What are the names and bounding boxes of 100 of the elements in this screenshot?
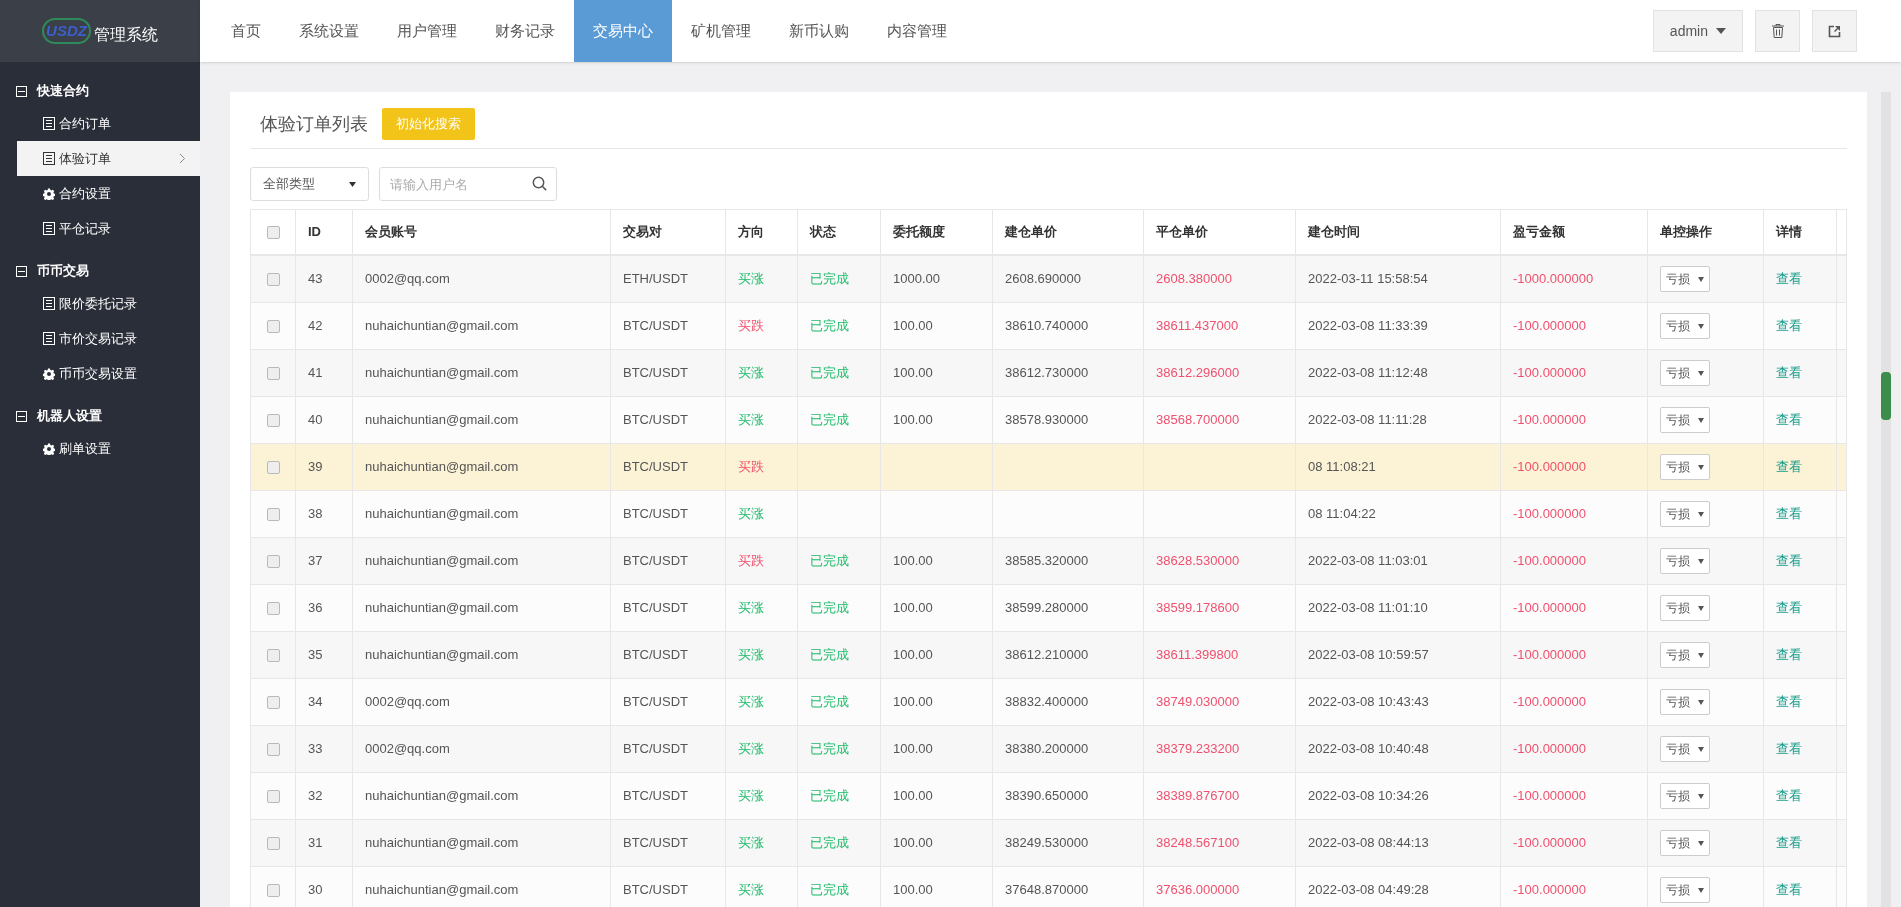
status-cell-text: 已完成 [810,270,849,289]
sidebar-item[interactable]: 体验订单 [17,141,200,176]
control-select[interactable]: 亏损 [1660,830,1710,856]
control-select[interactable]: 亏损 [1660,783,1710,809]
account-cell-text: nuhaichuntian@gmail.com [365,646,519,665]
share-icon [1828,24,1841,38]
sidebar-item[interactable]: 市价交易记录 [17,321,200,356]
id-cell-text: 37 [308,552,323,571]
sidebar-item[interactable]: 平仓记录 [17,211,200,246]
amount-cell-text: 100.00 [893,317,933,336]
table-row[interactable]: 42 nuhaichuntian@gmail.com BTC/USDT 买跌 已完成 100.00 38610.740000 38611.437000 2022-03-08 11:33:39 -100.000000 亏损 查看 [251,303,1846,350]
row-checkbox[interactable] [266,460,280,474]
collapse-icon [16,85,27,97]
row-checkbox[interactable] [266,648,280,662]
row-checkbox[interactable] [266,742,280,756]
table-row[interactable]: 38 nuhaichuntian@gmail.com BTC/USDT 买涨 08 11:04:22 -100.000000 亏损 查看 [251,491,1846,538]
type-select[interactable]: 全部类型 [250,167,369,201]
table-row[interactable]: 36 nuhaichuntian@gmail.com BTC/USDT 买涨 已完成 100.00 38599.280000 38599.178600 2022-03-08 11:01:10 -100.000000 亏损 查看 [251,585,1846,632]
direction-cell-text: 买跌 [738,458,764,477]
control-select[interactable]: 亏损 [1660,877,1710,903]
table-row[interactable]: 35 nuhaichuntian@gmail.com BTC/USDT 买涨 已完成 100.00 38612.210000 38611.399800 2022-03-08 10:59:57 -100.000000 亏损 查看 [251,632,1846,679]
close-price-cell-text: 37636.000000 [1156,881,1240,900]
control-select[interactable]: 亏损 [1660,548,1710,574]
control-select[interactable]: 亏损 [1660,454,1710,480]
sidebar-item[interactable]: 刷单设置 [17,431,200,466]
control-select[interactable]: 亏损 [1660,266,1710,292]
sidebar-section[interactable]: 快速合约 [0,76,200,106]
status-cell-text: 已完成 [810,693,849,712]
table-row[interactable]: 33 0002@qq.com BTC/USDT 买涨 已完成 100.00 38380.200000 38379.233200 2022-03-08 10:40:48 -100.000000 亏损 查看 [251,726,1846,773]
row-checkbox[interactable] [266,695,280,709]
row-checkbox[interactable] [266,366,280,380]
control-select[interactable]: 亏损 [1660,501,1710,527]
table-row[interactable]: 40 nuhaichuntian@gmail.com BTC/USDT 买涨 已完成 100.00 38578.930000 38568.700000 2022-03-08 11:11:28 -100.000000 亏损 查看 [251,397,1846,444]
time-cell-text: 2022-03-11 15:58:54 [1308,270,1428,289]
sidebar-item[interactable]: 限价委托记录 [17,286,200,321]
account-cell-text: nuhaichuntian@gmail.com [365,881,519,900]
control-select[interactable]: 亏损 [1660,407,1710,433]
control-select[interactable]: 亏损 [1660,736,1710,762]
table-row[interactable]: 31 nuhaichuntian@gmail.com BTC/USDT 买涨 已完成 100.00 38249.530000 38248.567100 2022-03-08 08:44:13 -100.000000 亏损 查看 [251,820,1846,867]
id-cell-text: 34 [308,693,323,712]
nav-tab[interactable]: 系统设置 [280,0,378,62]
time-cell-text: 08 11:04:22 [1308,505,1376,524]
column-header: ID [296,210,353,254]
direction-cell-text: 买涨 [738,787,764,806]
row-checkbox[interactable] [266,554,280,568]
column-header: 建仓时间 [1296,210,1501,254]
caret-down-icon [1698,323,1704,329]
sidebar-item[interactable]: 合约设置 [17,176,200,211]
control-select[interactable]: 亏损 [1660,595,1710,621]
direction-cell-text: 买涨 [738,599,764,618]
row-checkbox[interactable] [266,225,280,239]
time-cell-text: 2022-03-08 08:44:13 [1308,834,1429,853]
row-checkbox[interactable] [266,319,280,333]
control-select[interactable]: 亏损 [1660,642,1710,668]
open-price-cell-text: 38832.400000 [1005,693,1089,712]
nav-tab[interactable]: 新币认购 [770,0,868,62]
table-row[interactable]: 34 0002@qq.com BTC/USDT 买涨 已完成 100.00 38832.400000 38749.030000 2022-03-08 10:43:43 -100.000000 亏损 查看 [251,679,1846,726]
trash-icon [1771,24,1784,38]
id-cell-text: 39 [308,458,323,477]
table-row[interactable]: 37 nuhaichuntian@gmail.com BTC/USDT 买跌 已完成 100.00 38585.320000 38628.530000 2022-03-08 11:03:01 -100.000000 亏损 查看 [251,538,1846,585]
amount-cell-text: 100.00 [893,693,933,712]
delete-button[interactable] [1755,10,1800,52]
direction-cell-text: 买涨 [738,834,764,853]
control-select[interactable]: 亏损 [1660,313,1710,339]
nav-tab[interactable]: 矿机管理 [672,0,770,62]
row-checkbox[interactable] [266,601,280,615]
amount-cell-text: 100.00 [893,740,933,759]
row-checkbox[interactable] [266,272,280,286]
sidebar-section[interactable]: 币币交易 [0,256,200,286]
sidebar-item[interactable]: 币币交易设置 [17,356,200,391]
nav-tab[interactable]: 用户管理 [378,0,476,62]
logout-button[interactable] [1812,10,1857,52]
username-search-field[interactable]: 请输入用户名 [379,167,557,201]
control-select[interactable]: 亏损 [1660,689,1710,715]
column-header: 交易对 [611,210,726,254]
row-checkbox[interactable] [266,789,280,803]
table-row[interactable]: 43 0002@qq.com ETH/USDT 买涨 已完成 1000.00 2608.690000 2608.380000 2022-03-11 15:58:54 -1000.000000 亏损 查看 [251,256,1846,303]
pnl-cell-text: -100.000000 [1513,552,1586,571]
sidebar-section[interactable]: 机器人设置 [0,401,200,431]
nav-tab[interactable]: 首页 [212,0,280,62]
caret-down-icon [349,181,356,187]
row-checkbox[interactable] [266,413,280,427]
amount-cell-text: 100.00 [893,834,933,853]
sidebar-item[interactable]: 合约订单 [17,106,200,141]
table-row[interactable]: 41 nuhaichuntian@gmail.com BTC/USDT 买涨 已完成 100.00 38612.730000 38612.296000 2022-03-08 11:12:48 -100.000000 亏损 查看 [251,350,1846,397]
caret-down-icon [1698,887,1704,893]
open-price-cell-text: 38578.930000 [1005,411,1089,430]
control-select[interactable]: 亏损 [1660,360,1710,386]
account-cell-text: 0002@qq.com [365,270,450,289]
row-checkbox[interactable] [266,883,280,897]
nav-tab[interactable]: 财务记录 [476,0,574,62]
row-checkbox[interactable] [266,836,280,850]
user-menu-button[interactable]: admin [1652,10,1743,52]
table-row[interactable]: 39 nuhaichuntian@gmail.com BTC/USDT 买跌 08 11:08:21 -100.000000 亏损 查看 [251,444,1846,491]
direction-cell-text: 买涨 [738,364,764,383]
nav-tab[interactable]: 内容管理 [868,0,966,62]
table-row[interactable]: 32 nuhaichuntian@gmail.com BTC/USDT 买涨 已完成 100.00 38390.650000 38389.876700 2022-03-08 10:34:26 -100.000000 亏损 查看 [251,773,1846,820]
pnl-cell-text: -100.000000 [1513,317,1586,336]
row-checkbox[interactable] [266,507,280,521]
status-cell-text: 已完成 [810,552,849,571]
